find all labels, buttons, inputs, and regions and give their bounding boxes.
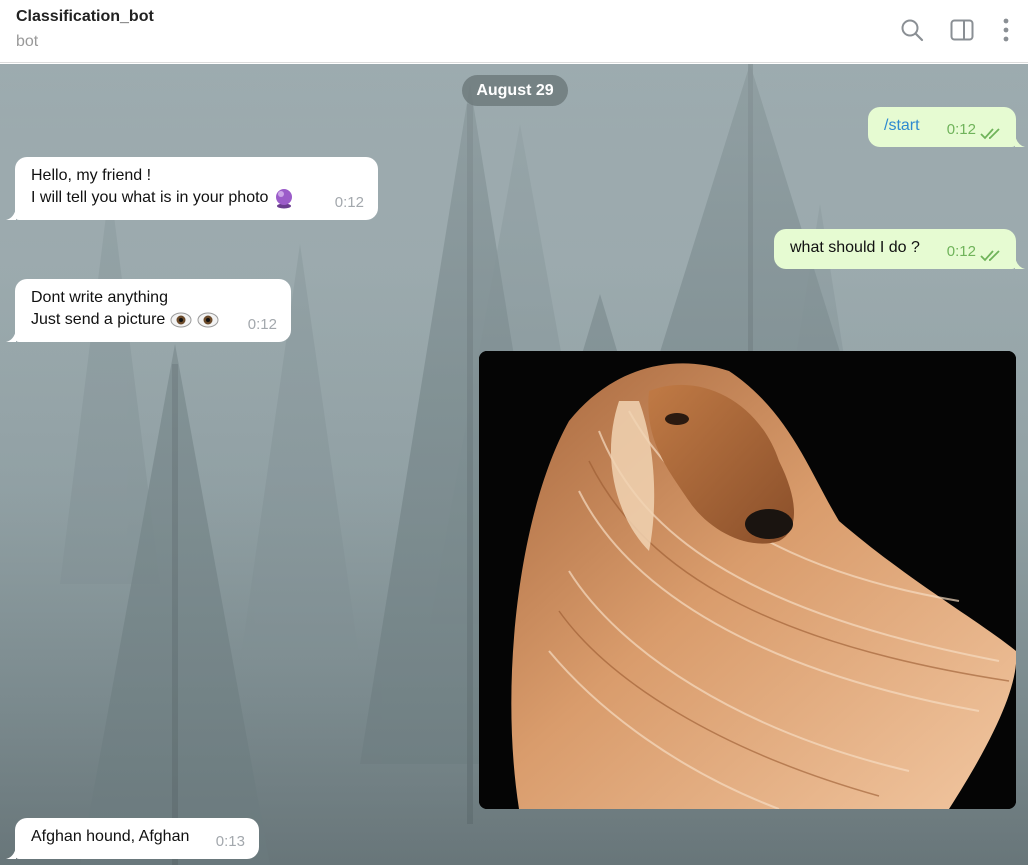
bubble-tail bbox=[1015, 135, 1025, 147]
chat-title[interactable]: Classification_bot bbox=[16, 8, 154, 26]
message-time: 0:12 bbox=[247, 316, 277, 333]
photo-message[interactable] bbox=[479, 351, 1016, 809]
more-vertical-icon[interactable] bbox=[993, 17, 1019, 43]
chat-area[interactable]: August 29 /start 0:12 Hello, my friend !… bbox=[0, 64, 1028, 865]
message-time: 0:12 bbox=[946, 121, 976, 138]
afghan-hound-photo bbox=[479, 351, 1016, 809]
date-separator: August 29 bbox=[462, 75, 568, 106]
double-check-icon bbox=[980, 250, 1000, 262]
message-incoming[interactable]: Hello, my friend ! I will tell you what … bbox=[15, 157, 378, 220]
message-text-line: Hello, my friend ! bbox=[31, 167, 152, 184]
search-icon[interactable] bbox=[899, 17, 925, 43]
bubble-tail bbox=[6, 330, 16, 342]
eyes-icon bbox=[170, 312, 219, 328]
message-incoming[interactable]: Afghan hound, Afghan 0:13 bbox=[15, 818, 259, 859]
message-text-line: Dont write anything bbox=[31, 289, 168, 306]
chat-subtitle: bot bbox=[16, 33, 39, 50]
message-time: 0:12 bbox=[334, 194, 364, 211]
chat-header: Classification_bot bot bbox=[0, 0, 1028, 63]
message-text-line: I will tell you what is in your photo bbox=[31, 189, 269, 207]
message-outgoing[interactable]: /start 0:12 bbox=[868, 107, 1016, 147]
message-text-line: Just send a picture bbox=[31, 311, 166, 328]
message-text-line: Afghan hound, Afghan bbox=[31, 828, 190, 845]
bubble-tail bbox=[6, 208, 16, 220]
bubble-tail bbox=[6, 847, 16, 859]
message-time: 0:12 bbox=[946, 243, 976, 260]
double-check-icon bbox=[980, 128, 1000, 140]
message-incoming[interactable]: Dont write anything Just send a picture … bbox=[15, 279, 291, 342]
crystal-ball-icon bbox=[275, 189, 292, 209]
message-outgoing[interactable]: what should I do ? 0:12 bbox=[774, 229, 1016, 269]
sidebar-toggle-icon[interactable] bbox=[949, 17, 975, 43]
message-time: 0:13 bbox=[215, 833, 245, 850]
bubble-tail bbox=[1015, 257, 1025, 269]
